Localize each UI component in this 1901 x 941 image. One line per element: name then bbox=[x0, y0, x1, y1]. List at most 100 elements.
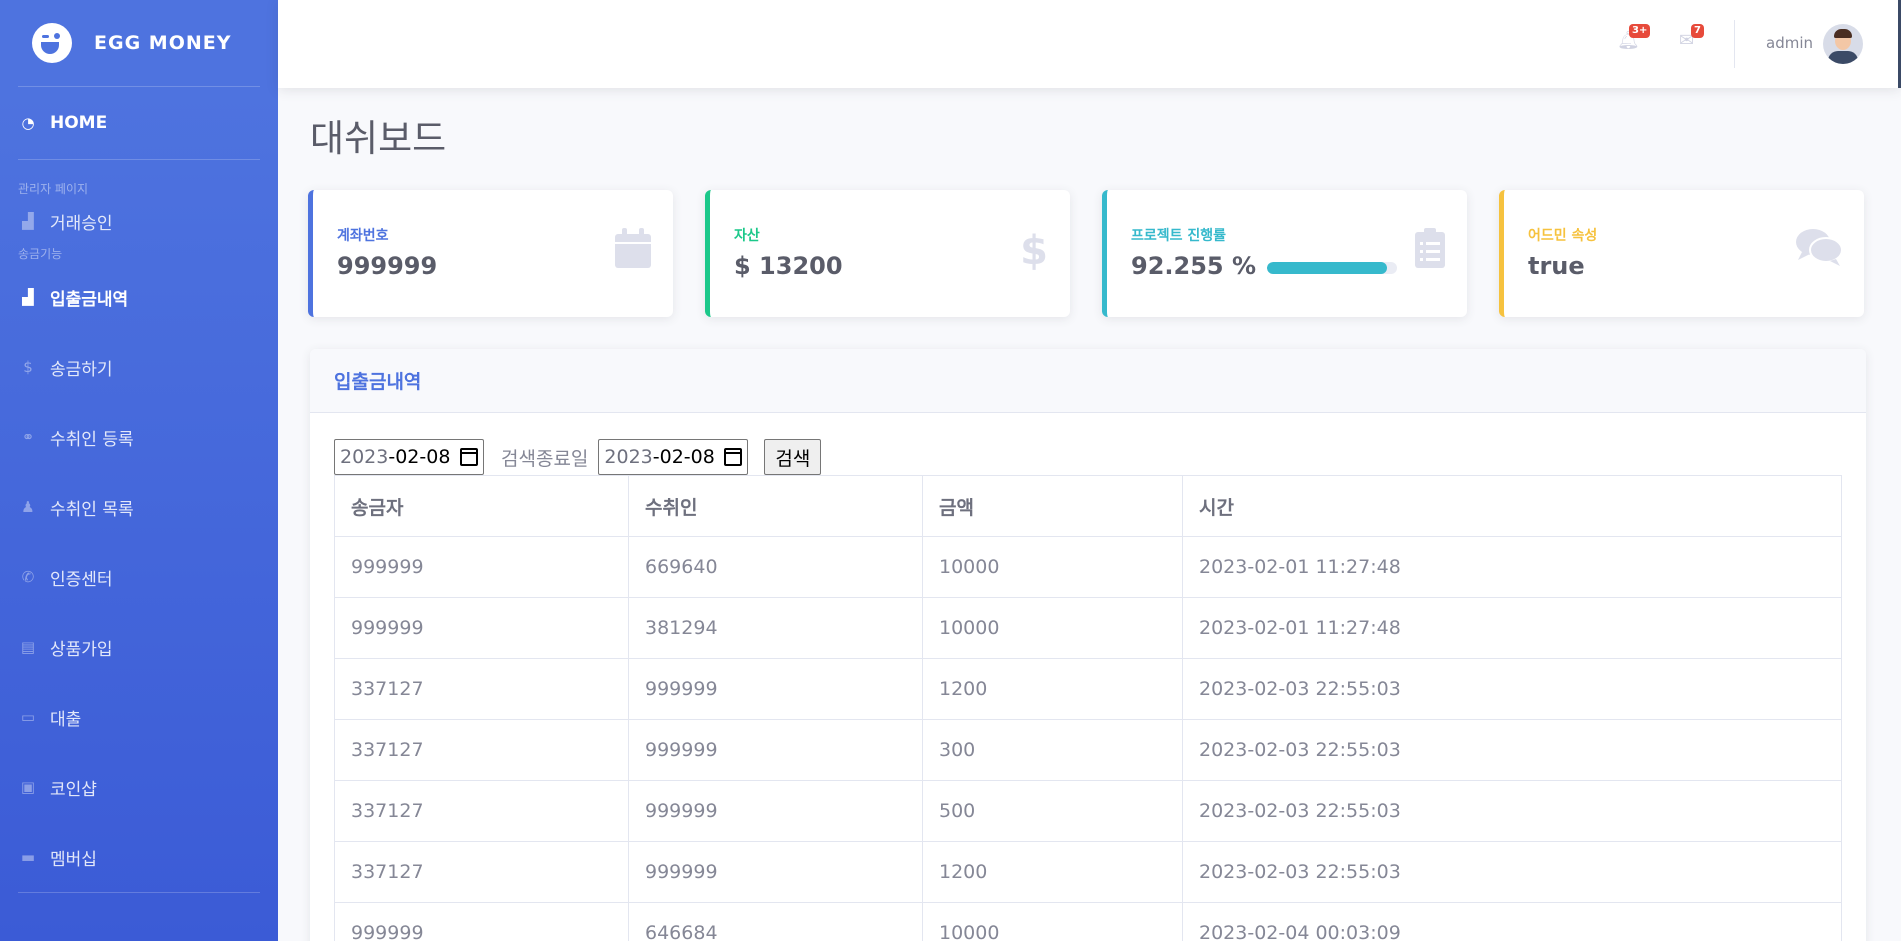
clipboard-list-icon bbox=[1415, 228, 1445, 278]
card-value: 92.255 % bbox=[1131, 252, 1257, 280]
sidebar-item-payee-register[interactable]: ⚭ 수취인 등록 bbox=[0, 402, 278, 472]
transaction-panel: 입출금내역 2023-02-08 검색종료일 2023-02-08 검색 송금자… bbox=[310, 349, 1866, 941]
table-cell: 669640 bbox=[628, 536, 923, 598]
table-cell: 999999 bbox=[628, 841, 923, 903]
credit-card-icon: ▬ bbox=[20, 848, 36, 866]
sidebar-item-loan[interactable]: ▭ 대출 bbox=[0, 682, 278, 752]
table-cell: 10000 bbox=[922, 902, 1183, 941]
table-cell: 500 bbox=[922, 780, 1183, 842]
handshake-icon: ⚭ bbox=[21, 428, 35, 446]
table-cell: 999999 bbox=[628, 658, 923, 720]
card-value: 999999 bbox=[337, 252, 438, 280]
card-label: 프로젝트 진행률 bbox=[1131, 228, 1227, 244]
chart-area-icon: ▟ bbox=[22, 212, 34, 230]
start-date-input[interactable]: 2023-02-08 bbox=[334, 439, 484, 475]
alerts-button[interactable]: 🔔︎ 3+ bbox=[1617, 24, 1651, 51]
column-header[interactable]: 금액 bbox=[922, 475, 1183, 537]
money-bill-icon: ▭ bbox=[20, 708, 36, 726]
calendar-icon bbox=[615, 228, 651, 278]
panel-header: 입출금내역 bbox=[310, 349, 1866, 413]
table-cell: 999999 bbox=[628, 719, 923, 781]
table-cell: 2023-02-03 22:55:03 bbox=[1182, 780, 1842, 842]
table-cell: 1200 bbox=[922, 841, 1183, 903]
file-icon: ▤ bbox=[20, 638, 36, 656]
sidebar: EGG MONEY ◔ HOME 관리자 페이지 ▟ 거래승인 송금기능 ▟ 입… bbox=[0, 0, 278, 941]
end-date-label: 검색종료일 bbox=[501, 447, 589, 470]
end-date-input[interactable]: 2023-02-08 bbox=[598, 439, 749, 475]
sidebar-section-admin: 관리자 페이지 bbox=[18, 182, 89, 196]
table-cell: 337127 bbox=[334, 658, 629, 720]
dollar-icon: $ bbox=[1020, 228, 1048, 274]
table-cell: 337127 bbox=[334, 841, 629, 903]
table-cell: 646684 bbox=[628, 902, 923, 941]
table-cell: 2023-02-03 22:55:03 bbox=[1182, 658, 1842, 720]
sidebar-item-auth-center[interactable]: ✆ 인증센터 bbox=[0, 542, 278, 612]
progress-bar bbox=[1267, 262, 1397, 274]
table-cell: 10000 bbox=[922, 597, 1183, 659]
brand[interactable]: EGG MONEY bbox=[0, 0, 278, 86]
table-cell: 300 bbox=[922, 719, 1183, 781]
admin-card: 어드민 속성 true bbox=[1499, 190, 1864, 317]
id-card-icon: ▣ bbox=[20, 778, 36, 796]
start-date-year: 2023 bbox=[340, 446, 389, 468]
card-label: 계좌번호 bbox=[337, 228, 389, 244]
sidebar-item-products[interactable]: ▤ 상품가입 bbox=[0, 612, 278, 682]
messages-button[interactable]: ✉ 7 bbox=[1679, 24, 1704, 51]
sidebar-item-label: 거래승인 bbox=[50, 213, 113, 234]
table-cell: 337127 bbox=[334, 780, 629, 842]
sidebar-item-send[interactable]: $ 송금하기 bbox=[0, 332, 278, 402]
smiley-logo-icon bbox=[32, 23, 72, 63]
user-name[interactable]: admin bbox=[1766, 34, 1813, 52]
avatar[interactable] bbox=[1823, 24, 1863, 64]
sidebar-item-label: 송금하기 bbox=[50, 359, 113, 380]
table-row: 999999 646684 10000 2023-02-04 00:03:09 bbox=[334, 902, 1842, 941]
column-header[interactable]: 송금자 bbox=[334, 475, 629, 537]
card-label: 어드민 속성 bbox=[1528, 228, 1598, 244]
sidebar-item-label: HOME bbox=[50, 113, 108, 133]
date-filter: 2023-02-08 검색종료일 2023-02-08 검색 bbox=[334, 439, 822, 475]
sidebar-item-label: 수취인 목록 bbox=[50, 499, 134, 520]
table-cell: 999999 bbox=[334, 902, 629, 941]
start-date-rest: -02-08 bbox=[388, 446, 451, 468]
transaction-table: 송금자 수취인 금액 시간 999999 669640 10000 2023-02-0… bbox=[334, 475, 1842, 941]
table-cell: 2023-02-01 11:27:48 bbox=[1182, 536, 1842, 598]
dollar-icon: $ bbox=[23, 358, 33, 376]
table-cell: 10000 bbox=[922, 536, 1183, 598]
table-cell: 337127 bbox=[334, 719, 629, 781]
card-label: 자산 bbox=[734, 228, 760, 244]
sidebar-item-label: 인증센터 bbox=[50, 569, 113, 590]
table-cell: 999999 bbox=[334, 536, 629, 598]
table-cell: 2023-02-04 00:03:09 bbox=[1182, 902, 1842, 941]
end-date-rest: -02-08 bbox=[652, 446, 715, 468]
sidebar-item-history[interactable]: ▟ 입출금내역 bbox=[0, 262, 278, 332]
table-cell: 999999 bbox=[334, 597, 629, 659]
card-value: $ 13200 bbox=[734, 252, 843, 280]
column-header[interactable]: 수취인 bbox=[628, 475, 923, 537]
table-row: 337127 999999 500 2023-02-03 22:55:03 bbox=[334, 780, 1842, 842]
alerts-badge: 3+ bbox=[1629, 24, 1651, 38]
sidebar-item-payee-list[interactable]: ♟ 수취인 목록 bbox=[0, 472, 278, 542]
topbar-divider bbox=[1734, 20, 1735, 68]
table-cell: 381294 bbox=[628, 597, 923, 659]
chart-area-icon: ▟ bbox=[22, 288, 34, 306]
sidebar-item-approval[interactable]: ▟ 거래승인 bbox=[0, 197, 278, 245]
table-cell: 2023-02-01 11:27:48 bbox=[1182, 597, 1842, 659]
progress-fill bbox=[1267, 262, 1387, 274]
sidebar-item-home[interactable]: ◔ HOME bbox=[0, 87, 278, 159]
sidebar-item-membership[interactable]: ▬ 멤버십 bbox=[0, 822, 278, 892]
progress-card: 프로젝트 진행률 92.255 % bbox=[1102, 190, 1467, 317]
table-row: 337127 999999 300 2023-02-03 22:55:03 bbox=[334, 719, 1842, 781]
table-row: 999999 381294 10000 2023-02-01 11:27:48 bbox=[334, 597, 1842, 659]
table-cell: 999999 bbox=[628, 780, 923, 842]
search-button[interactable]: 검색 bbox=[764, 439, 822, 475]
calendar-picker-icon[interactable] bbox=[460, 448, 478, 466]
phone-icon: ✆ bbox=[21, 568, 35, 586]
card-value: true bbox=[1528, 252, 1585, 280]
brand-name: EGG MONEY bbox=[94, 32, 232, 54]
tachometer-icon: ◔ bbox=[21, 114, 35, 132]
calendar-picker-icon[interactable] bbox=[724, 448, 743, 466]
sidebar-item-coin-shop[interactable]: ▣ 코인샵 bbox=[0, 752, 278, 822]
column-header[interactable]: 시간 bbox=[1182, 475, 1842, 537]
sidebar-item-label: 상품가입 bbox=[50, 639, 113, 660]
sidebar-section-transfer: 송금기능 bbox=[18, 247, 63, 261]
